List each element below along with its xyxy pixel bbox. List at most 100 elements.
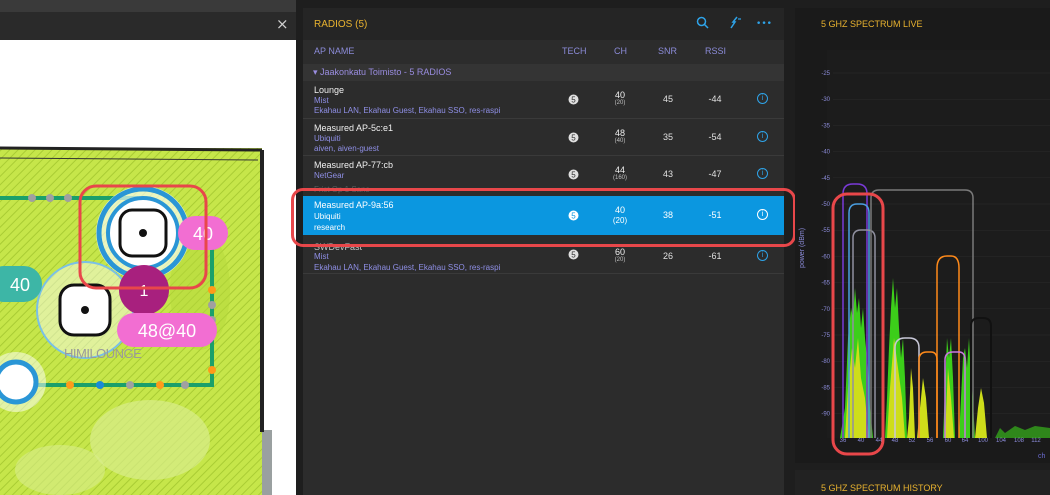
rssi-value: -44 <box>708 94 722 104</box>
y-axis-label: power (dBm) <box>799 228 806 268</box>
info-icon[interactable]: i <box>757 93 768 104</box>
ap-vendor: Mist <box>314 96 329 105</box>
snr-value: 43 <box>662 169 673 179</box>
badge-48-40: 48@40 <box>138 321 196 341</box>
close-icon[interactable]: × <box>276 16 289 32</box>
ap-name: Measured AP-9a:56 <box>314 200 394 210</box>
y-tick-label: -90 <box>821 412 830 418</box>
y-tick-label: -65 <box>821 281 830 287</box>
svg-text:5: 5 <box>571 212 576 221</box>
svg-text:5: 5 <box>571 96 576 105</box>
y-tick-label: -70 <box>821 307 830 313</box>
ap-name: Measured AP-5c:e1 <box>314 123 394 133</box>
col-rssi[interactable]: RSSI <box>705 46 726 56</box>
rssi-value: -54 <box>708 132 722 142</box>
map-toolbar-strip <box>0 0 296 12</box>
ghost-group-label: Frist Op 1 Sans <box>314 185 370 194</box>
y-tick-label: -40 <box>821 150 830 156</box>
y-tick-label: -30 <box>821 97 830 103</box>
channel-value: 44 <box>614 165 625 175</box>
ap-row-77cb[interactable]: Measured AP-77:cb NetGear 5 44 (160) 43 … <box>303 157 784 191</box>
group-header-row[interactable]: ▾ Jaakonkatu Toimisto - 5 RADIOS <box>303 64 784 81</box>
x-tick-label: 64 <box>962 438 969 444</box>
ap-name: Measured AP-77:cb <box>314 160 394 170</box>
x-tick-label: 104 <box>996 438 1007 444</box>
filter-icon[interactable] <box>727 16 743 32</box>
snr-value: 35 <box>662 132 673 142</box>
floor-plan-panel: × HIMILOUNGE 40 40 1 48@40 <box>0 0 296 495</box>
col-ap-name[interactable]: AP NAME <box>314 46 354 56</box>
rssi-value: -51 <box>708 210 722 220</box>
col-tech[interactable]: TECH <box>562 46 587 56</box>
y-tick-label: -60 <box>821 254 830 260</box>
ap-ssid: research <box>314 223 346 232</box>
y-tick-label: -45 <box>821 176 830 182</box>
ap-vendor: Mist <box>314 252 329 261</box>
group-label: ▾ Jaakonkatu Toimisto - 5 RADIOS <box>313 67 452 77</box>
x-tick-label: 56 <box>927 438 934 444</box>
info-icon[interactable]: i <box>757 131 768 142</box>
x-tick-label: 60 <box>945 438 952 444</box>
y-tick-label: -80 <box>821 359 830 365</box>
channel-value: 40 <box>614 90 625 100</box>
wifi-tech-icon: 5 <box>568 169 579 180</box>
x-tick-label: 112 <box>1031 438 1041 444</box>
ap-vendor: Ubiquiti <box>314 212 341 221</box>
ap-row-lounge[interactable]: Lounge Mist Ekahau LAN, Ekahau Guest, Ek… <box>303 82 784 119</box>
channel-width: (20) <box>614 257 626 263</box>
col-snr[interactable]: SNR <box>658 46 677 56</box>
spectrum-history-title: 5 GHZ SPECTRUM HISTORY <box>821 483 943 493</box>
search-icon[interactable] <box>694 16 710 32</box>
floor-plan-canvas[interactable]: HIMILOUNGE 40 40 1 48@40 <box>0 40 296 495</box>
ap-ssid: Ekahau LAN, Ekahau Guest, Ekahau SSO, re… <box>314 106 501 115</box>
channel-value: 40 <box>614 205 625 215</box>
channel-width: (160) <box>612 175 627 181</box>
floor-plan-drawing: HIMILOUNGE 40 40 1 48@40 <box>0 146 272 495</box>
wifi-tech-icon: 5 <box>568 94 579 105</box>
info-icon[interactable]: i <box>757 209 768 220</box>
area-label: HIMILOUNGE <box>64 346 142 361</box>
ap-row-5ce1[interactable]: Measured AP-5c:e1 Ubiquiti aiven, aiven-… <box>303 120 784 156</box>
spectrum-history-panel: 5 GHZ SPECTRUM HISTORY <box>795 470 1050 495</box>
radios-header: RADIOS (5) ••• <box>303 8 784 40</box>
channel-width: (20) <box>612 216 628 225</box>
ap-row-9a56-selected[interactable]: Measured AP-9a:56 Ubiquiti research 5 40… <box>303 196 784 235</box>
y-tick-label: -55 <box>821 228 830 234</box>
info-icon[interactable]: i <box>757 250 768 261</box>
y-tick-label: -50 <box>821 202 830 208</box>
x-axis-label: ch <box>1038 453 1046 460</box>
snr-value: 26 <box>662 251 673 261</box>
rssi-value: -61 <box>708 251 722 261</box>
radios-panel: RADIOS (5) ••• AP NAME TECH CH SNR RSSI … <box>303 8 784 495</box>
x-tick-label: 40 <box>858 438 865 444</box>
ap-ssid: Ekahau LAN, Ekahau Guest, Ekahau SSO, re… <box>314 263 501 272</box>
y-tick-label: -35 <box>821 123 830 129</box>
x-tick-label: 100 <box>978 438 989 444</box>
spectrum-live-panel: 5 GHZ SPECTRUM LIVE power (dBm) -25 -30 -3… <box>795 8 1050 463</box>
channel-width: (40) <box>614 138 626 144</box>
radios-title: RADIOS (5) <box>314 19 368 30</box>
spectrum-chart[interactable]: power (dBm) -25 -30 -35 -40 -45 -50 -55 -60 -65 -… <box>795 8 1050 463</box>
channel-width: (20) <box>614 100 626 106</box>
ap-row-swdevfast[interactable]: SWDevFast Mist Ekahau LAN, Ekahau Guest,… <box>303 238 784 274</box>
wifi-tech-icon: 5 <box>568 132 579 143</box>
info-icon[interactable]: i <box>757 168 768 179</box>
x-tick-label: 36 <box>840 438 847 444</box>
rssi-value: -47 <box>708 169 722 179</box>
column-headers: AP NAME TECH CH SNR RSSI <box>303 40 784 62</box>
ap-name: Lounge <box>314 85 345 95</box>
y-tick-label: -75 <box>821 333 830 339</box>
svg-text:5: 5 <box>571 171 576 180</box>
badge-40-top: 40 <box>193 224 213 244</box>
ap-name: SWDevFast <box>314 242 363 252</box>
more-icon[interactable]: ••• <box>756 16 772 32</box>
wifi-tech-icon: 5 <box>568 249 579 260</box>
x-tick-label: 52 <box>909 438 916 444</box>
y-tick-label: -25 <box>821 71 830 77</box>
ap-vendor: Ubiquiti <box>314 134 341 143</box>
channel-value: 48 <box>614 128 625 138</box>
snr-value: 45 <box>662 94 673 104</box>
col-ch[interactable]: CH <box>614 46 627 56</box>
x-tick-label: 48 <box>892 438 899 444</box>
y-tick-label: -85 <box>821 385 830 391</box>
